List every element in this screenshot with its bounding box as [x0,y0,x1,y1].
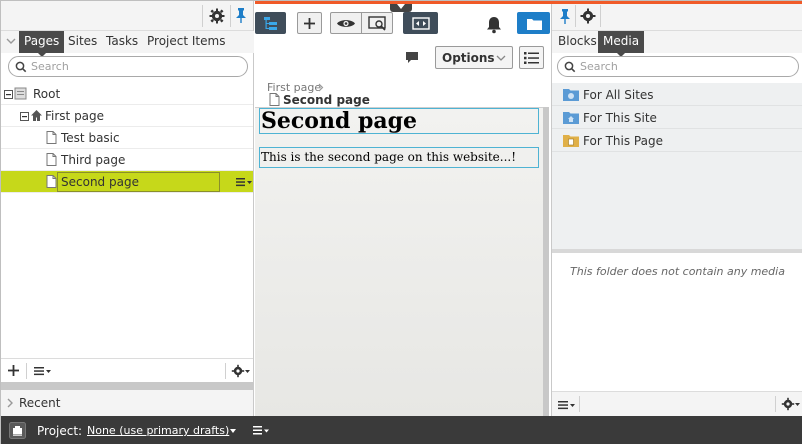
tree-item-second-page[interactable]: Second page [1,171,253,193]
canvas-scrollbar[interactable] [543,107,549,416]
context-menu-icon[interactable] [236,177,252,187]
add-icon [304,18,315,29]
home-icon [31,110,42,121]
pin-icon[interactable] [557,7,573,25]
folder-for-this-page[interactable]: For This Page [552,129,802,152]
media-folder-list: For All Sites For This Site For This Pag… [552,83,802,249]
search-icon [15,61,27,73]
editor-area: Options First page Second page Second pa… [255,1,550,416]
media-search-input[interactable]: Search [557,56,799,77]
tab-sites[interactable]: Sites [63,31,102,53]
globe-folder-icon [563,89,579,101]
tab-media[interactable]: Media [598,31,645,57]
search-icon [564,61,576,73]
accent-bar [255,1,802,4]
navigation-pane: Pages Sites Tasks Project Items Search R… [1,1,254,416]
assets-pane-toggle-button[interactable] [517,12,550,34]
assets-tabs: Blocks Media [552,31,802,57]
cms-editor-window: Pages Sites Tasks Project Items Search R… [0,0,802,444]
tree-item-third-page[interactable]: Third page [1,149,253,171]
project-status-bar: Project: None (use primary drafts) [1,416,802,444]
view-mode-group [330,12,393,34]
expand-arrows-icon [412,17,430,30]
tree-item-test-basic[interactable]: Test basic [1,127,253,149]
gear-icon[interactable] [208,7,226,25]
chevron-down-icon [496,55,506,61]
notification-bell-icon[interactable] [486,16,502,34]
pin-icon[interactable] [233,6,249,24]
rename-page-input[interactable]: Second page [57,172,220,192]
caret-down-icon[interactable] [230,429,236,433]
tab-pages[interactable]: Pages [19,31,65,57]
pane-splitter[interactable] [1,382,253,390]
gear-icon[interactable] [231,364,251,378]
page-icon [269,93,280,106]
add-icon[interactable] [7,364,20,377]
tree-item-root[interactable]: Root [1,83,253,105]
compare-view-icon[interactable] [368,16,388,31]
site-folder-icon [563,112,579,124]
tab-tasks[interactable]: Tasks [101,31,143,53]
assets-pane: Blocks Media Search For All Sites For Th… [551,1,802,416]
editor-toolbar [255,1,550,45]
page-icon [46,131,57,144]
page-body-block[interactable]: This is the second page on this website.… [259,147,539,168]
tree-view-icon [264,17,277,30]
options-button[interactable]: Options [435,46,513,69]
list-icon [524,52,539,64]
gear-icon[interactable] [781,397,801,411]
list-menu-icon[interactable] [558,400,576,410]
tree-item-label: Test basic [61,131,120,145]
assets-pane-footer [552,391,802,416]
page-folder-icon [563,135,579,147]
pages-search-input[interactable]: Search [8,56,248,77]
navigation-pane-footer [1,358,253,382]
add-button[interactable] [297,12,322,34]
chevron-right-icon [7,398,13,408]
page-tree-toggle-button[interactable] [255,12,286,34]
recent-section-header[interactable]: Recent [1,390,253,416]
collapse-icon[interactable] [4,90,13,99]
project-label: Project: [37,424,83,438]
assets-pane-header [552,1,802,31]
collapse-icon[interactable] [20,112,29,121]
navigation-pane-header [1,1,253,31]
comment-icon[interactable] [405,51,419,65]
chevron-down-icon[interactable] [6,35,16,47]
media-empty-message: This folder does not contain any media [570,265,785,278]
breadcrumb-current: Second page [283,93,370,107]
chevron-right-icon [318,83,324,92]
list-menu-icon[interactable] [34,366,52,376]
task-list-button[interactable] [519,46,544,69]
folder-for-this-site[interactable]: For This Site [552,106,802,129]
toggle-panes-button[interactable] [403,12,438,34]
folder-icon [527,19,542,30]
page-heading-block[interactable]: Second page [259,108,539,134]
tree-item-label: Root [33,87,61,101]
preview-eye-icon[interactable] [336,18,356,29]
project-selector[interactable]: None (use primary drafts) [87,424,229,437]
gear-icon[interactable] [579,7,597,25]
folder-for-all-sites[interactable]: For All Sites [552,83,802,106]
page-icon [46,175,57,188]
page-icon [46,153,57,166]
root-icon [14,87,27,100]
tab-blocks[interactable]: Blocks [553,31,602,53]
project-icon[interactable] [9,422,26,439]
navigation-tabs: Pages Sites Tasks Project Items [1,31,254,57]
tree-item-label: First page [45,109,105,123]
tree-item-first-page[interactable]: First page [1,105,253,127]
tab-project-items[interactable]: Project Items [142,31,230,53]
media-pane-splitter[interactable] [552,249,802,253]
tree-item-label: Third page [61,153,126,167]
project-menu-icon[interactable] [253,424,269,437]
page-preview-canvas: Second page This is the second page on t… [255,107,549,416]
